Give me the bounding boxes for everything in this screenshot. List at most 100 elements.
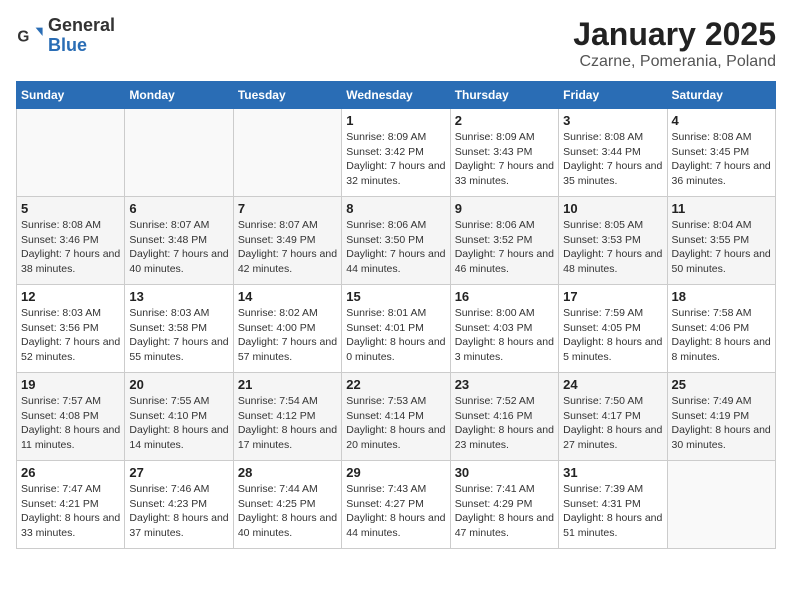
calendar-cell: 12Sunrise: 8:03 AM Sunset: 3:56 PM Dayli… — [17, 285, 125, 373]
day-number: 31 — [563, 465, 662, 480]
day-info: Sunrise: 7:53 AM Sunset: 4:14 PM Dayligh… — [346, 394, 445, 453]
calendar-week-row: 12Sunrise: 8:03 AM Sunset: 3:56 PM Dayli… — [17, 285, 776, 373]
day-number: 7 — [238, 201, 337, 216]
day-number: 22 — [346, 377, 445, 392]
weekday-header-cell: Friday — [559, 82, 667, 109]
calendar-cell: 25 Sunrise: 7:49 AM Sunset: 4:19 PM Dayli… — [667, 373, 775, 461]
day-number: 14 — [238, 289, 337, 304]
day-number: 1 — [346, 113, 445, 128]
day-info: Sunrise: 8:09 AM Sunset: 3:42 PM Dayligh… — [346, 130, 445, 189]
day-number: 17 — [563, 289, 662, 304]
day-number: 23 — [455, 377, 554, 392]
day-info: Sunrise: 7:41 AM Sunset: 4:29 PM Dayligh… — [455, 482, 554, 541]
calendar-title: January 2025 — [573, 16, 776, 53]
day-number: 2 — [455, 113, 554, 128]
calendar-cell: 9 Sunrise: 8:06 AM Sunset: 3:52 PM Daylig… — [450, 197, 558, 285]
day-info: Sunrise: 7:44 AM Sunset: 4:25 PM Dayligh… — [238, 482, 337, 541]
day-info: Sunrise: 7:39 AM Sunset: 4:31 PM Dayligh… — [563, 482, 662, 541]
day-info: Sunrise: 8:03 AM Sunset: 3:56 PM Dayligh… — [21, 306, 120, 365]
title-block: January 2025 Czarne, Pomerania, Poland — [573, 16, 776, 71]
day-number: 13 — [129, 289, 228, 304]
calendar-cell: 19Sunrise: 7:57 AM Sunset: 4:08 PM Dayli… — [17, 373, 125, 461]
svg-text:G: G — [17, 28, 29, 45]
calendar-cell: 3 Sunrise: 8:08 AM Sunset: 3:44 PM Daylig… — [559, 109, 667, 197]
day-info: Sunrise: 7:49 AM Sunset: 4:19 PM Dayligh… — [672, 394, 771, 453]
calendar-cell: 22 Sunrise: 7:53 AM Sunset: 4:14 PM Dayli… — [342, 373, 450, 461]
day-number: 30 — [455, 465, 554, 480]
day-info: Sunrise: 8:00 AM Sunset: 4:03 PM Dayligh… — [455, 306, 554, 365]
weekday-header-cell: Thursday — [450, 82, 558, 109]
day-info: Sunrise: 7:59 AM Sunset: 4:05 PM Dayligh… — [563, 306, 662, 365]
calendar-cell: 27 Sunrise: 7:46 AM Sunset: 4:23 PM Dayli… — [125, 461, 233, 549]
day-number: 3 — [563, 113, 662, 128]
day-info: Sunrise: 8:06 AM Sunset: 3:50 PM Dayligh… — [346, 218, 445, 277]
day-number: 28 — [238, 465, 337, 480]
calendar-subtitle: Czarne, Pomerania, Poland — [573, 53, 776, 71]
day-number: 16 — [455, 289, 554, 304]
logo-blue-text: Blue — [48, 36, 115, 56]
calendar-cell: 18Sunrise: 7:58 AM Sunset: 4:06 PM Dayli… — [667, 285, 775, 373]
weekday-header-cell: Tuesday — [233, 82, 341, 109]
calendar-cell: 1 Sunrise: 8:09 AM Sunset: 3:42 PM Daylig… — [342, 109, 450, 197]
day-info: Sunrise: 7:58 AM Sunset: 4:06 PM Dayligh… — [672, 306, 771, 365]
calendar-cell: 14 Sunrise: 8:02 AM Sunset: 4:00 PM Dayli… — [233, 285, 341, 373]
day-info: Sunrise: 8:08 AM Sunset: 3:44 PM Dayligh… — [563, 130, 662, 189]
day-info: Sunrise: 7:54 AM Sunset: 4:12 PM Dayligh… — [238, 394, 337, 453]
weekday-header-cell: Saturday — [667, 82, 775, 109]
day-number: 11 — [672, 201, 771, 216]
calendar-cell: 8 Sunrise: 8:06 AM Sunset: 3:50 PM Daylig… — [342, 197, 450, 285]
calendar-week-row: 1 Sunrise: 8:09 AM Sunset: 3:42 PM Daylig… — [17, 109, 776, 197]
day-info: Sunrise: 8:02 AM Sunset: 4:00 PM Dayligh… — [238, 306, 337, 365]
day-info: Sunrise: 7:50 AM Sunset: 4:17 PM Dayligh… — [563, 394, 662, 453]
day-number: 9 — [455, 201, 554, 216]
calendar-week-row: 19Sunrise: 7:57 AM Sunset: 4:08 PM Dayli… — [17, 373, 776, 461]
day-info: Sunrise: 7:46 AM Sunset: 4:23 PM Dayligh… — [129, 482, 228, 541]
calendar-cell: 21 Sunrise: 7:54 AM Sunset: 4:12 PM Dayli… — [233, 373, 341, 461]
day-info: Sunrise: 7:43 AM Sunset: 4:27 PM Dayligh… — [346, 482, 445, 541]
calendar-cell: 23 Sunrise: 7:52 AM Sunset: 4:16 PM Dayli… — [450, 373, 558, 461]
day-number: 26 — [21, 465, 120, 480]
day-info: Sunrise: 8:05 AM Sunset: 3:53 PM Dayligh… — [563, 218, 662, 277]
logo-general-text: General — [48, 16, 115, 36]
day-number: 29 — [346, 465, 445, 480]
calendar-week-row: 26 Sunrise: 7:47 AM Sunset: 4:21 PM Dayli… — [17, 461, 776, 549]
calendar-cell: 31 Sunrise: 7:39 AM Sunset: 4:31 PM Dayli… — [559, 461, 667, 549]
day-number: 21 — [238, 377, 337, 392]
weekday-header-row: SundayMondayTuesdayWednesdayThursdayFrid… — [17, 82, 776, 109]
calendar-cell — [233, 109, 341, 197]
weekday-header-cell: Wednesday — [342, 82, 450, 109]
day-info: Sunrise: 8:01 AM Sunset: 4:01 PM Dayligh… — [346, 306, 445, 365]
calendar-cell — [125, 109, 233, 197]
day-info: Sunrise: 7:57 AM Sunset: 4:08 PM Dayligh… — [21, 394, 120, 453]
calendar-cell: 4 Sunrise: 8:08 AM Sunset: 3:45 PM Daylig… — [667, 109, 775, 197]
calendar-body: 1 Sunrise: 8:09 AM Sunset: 3:42 PM Daylig… — [17, 109, 776, 549]
day-number: 25 — [672, 377, 771, 392]
day-info: Sunrise: 7:55 AM Sunset: 4:10 PM Dayligh… — [129, 394, 228, 453]
day-number: 20 — [129, 377, 228, 392]
day-number: 15 — [346, 289, 445, 304]
day-number: 4 — [672, 113, 771, 128]
weekday-header-cell: Monday — [125, 82, 233, 109]
calendar-cell: 11 Sunrise: 8:04 AM Sunset: 3:55 PM Dayli… — [667, 197, 775, 285]
day-number: 5 — [21, 201, 120, 216]
day-info: Sunrise: 8:06 AM Sunset: 3:52 PM Dayligh… — [455, 218, 554, 277]
day-info: Sunrise: 7:47 AM Sunset: 4:21 PM Dayligh… — [21, 482, 120, 541]
calendar-cell: 30 Sunrise: 7:41 AM Sunset: 4:29 PM Dayli… — [450, 461, 558, 549]
day-number: 27 — [129, 465, 228, 480]
day-info: Sunrise: 7:52 AM Sunset: 4:16 PM Dayligh… — [455, 394, 554, 453]
calendar-cell: 10Sunrise: 8:05 AM Sunset: 3:53 PM Dayli… — [559, 197, 667, 285]
calendar-table: SundayMondayTuesdayWednesdayThursdayFrid… — [16, 81, 776, 549]
calendar-cell: 2Sunrise: 8:09 AM Sunset: 3:43 PM Daylig… — [450, 109, 558, 197]
day-info: Sunrise: 8:03 AM Sunset: 3:58 PM Dayligh… — [129, 306, 228, 365]
logo-icon: G — [16, 22, 44, 50]
day-info: Sunrise: 8:08 AM Sunset: 3:45 PM Dayligh… — [672, 130, 771, 189]
calendar-cell: 28 Sunrise: 7:44 AM Sunset: 4:25 PM Dayli… — [233, 461, 341, 549]
logo: G General Blue — [16, 16, 115, 56]
day-number: 6 — [129, 201, 228, 216]
calendar-cell — [667, 461, 775, 549]
day-number: 8 — [346, 201, 445, 216]
page-header: G General Blue January 2025 Czarne, Pome… — [16, 16, 776, 71]
day-info: Sunrise: 8:04 AM Sunset: 3:55 PM Dayligh… — [672, 218, 771, 277]
calendar-week-row: 5Sunrise: 8:08 AM Sunset: 3:46 PM Daylig… — [17, 197, 776, 285]
calendar-cell — [17, 109, 125, 197]
